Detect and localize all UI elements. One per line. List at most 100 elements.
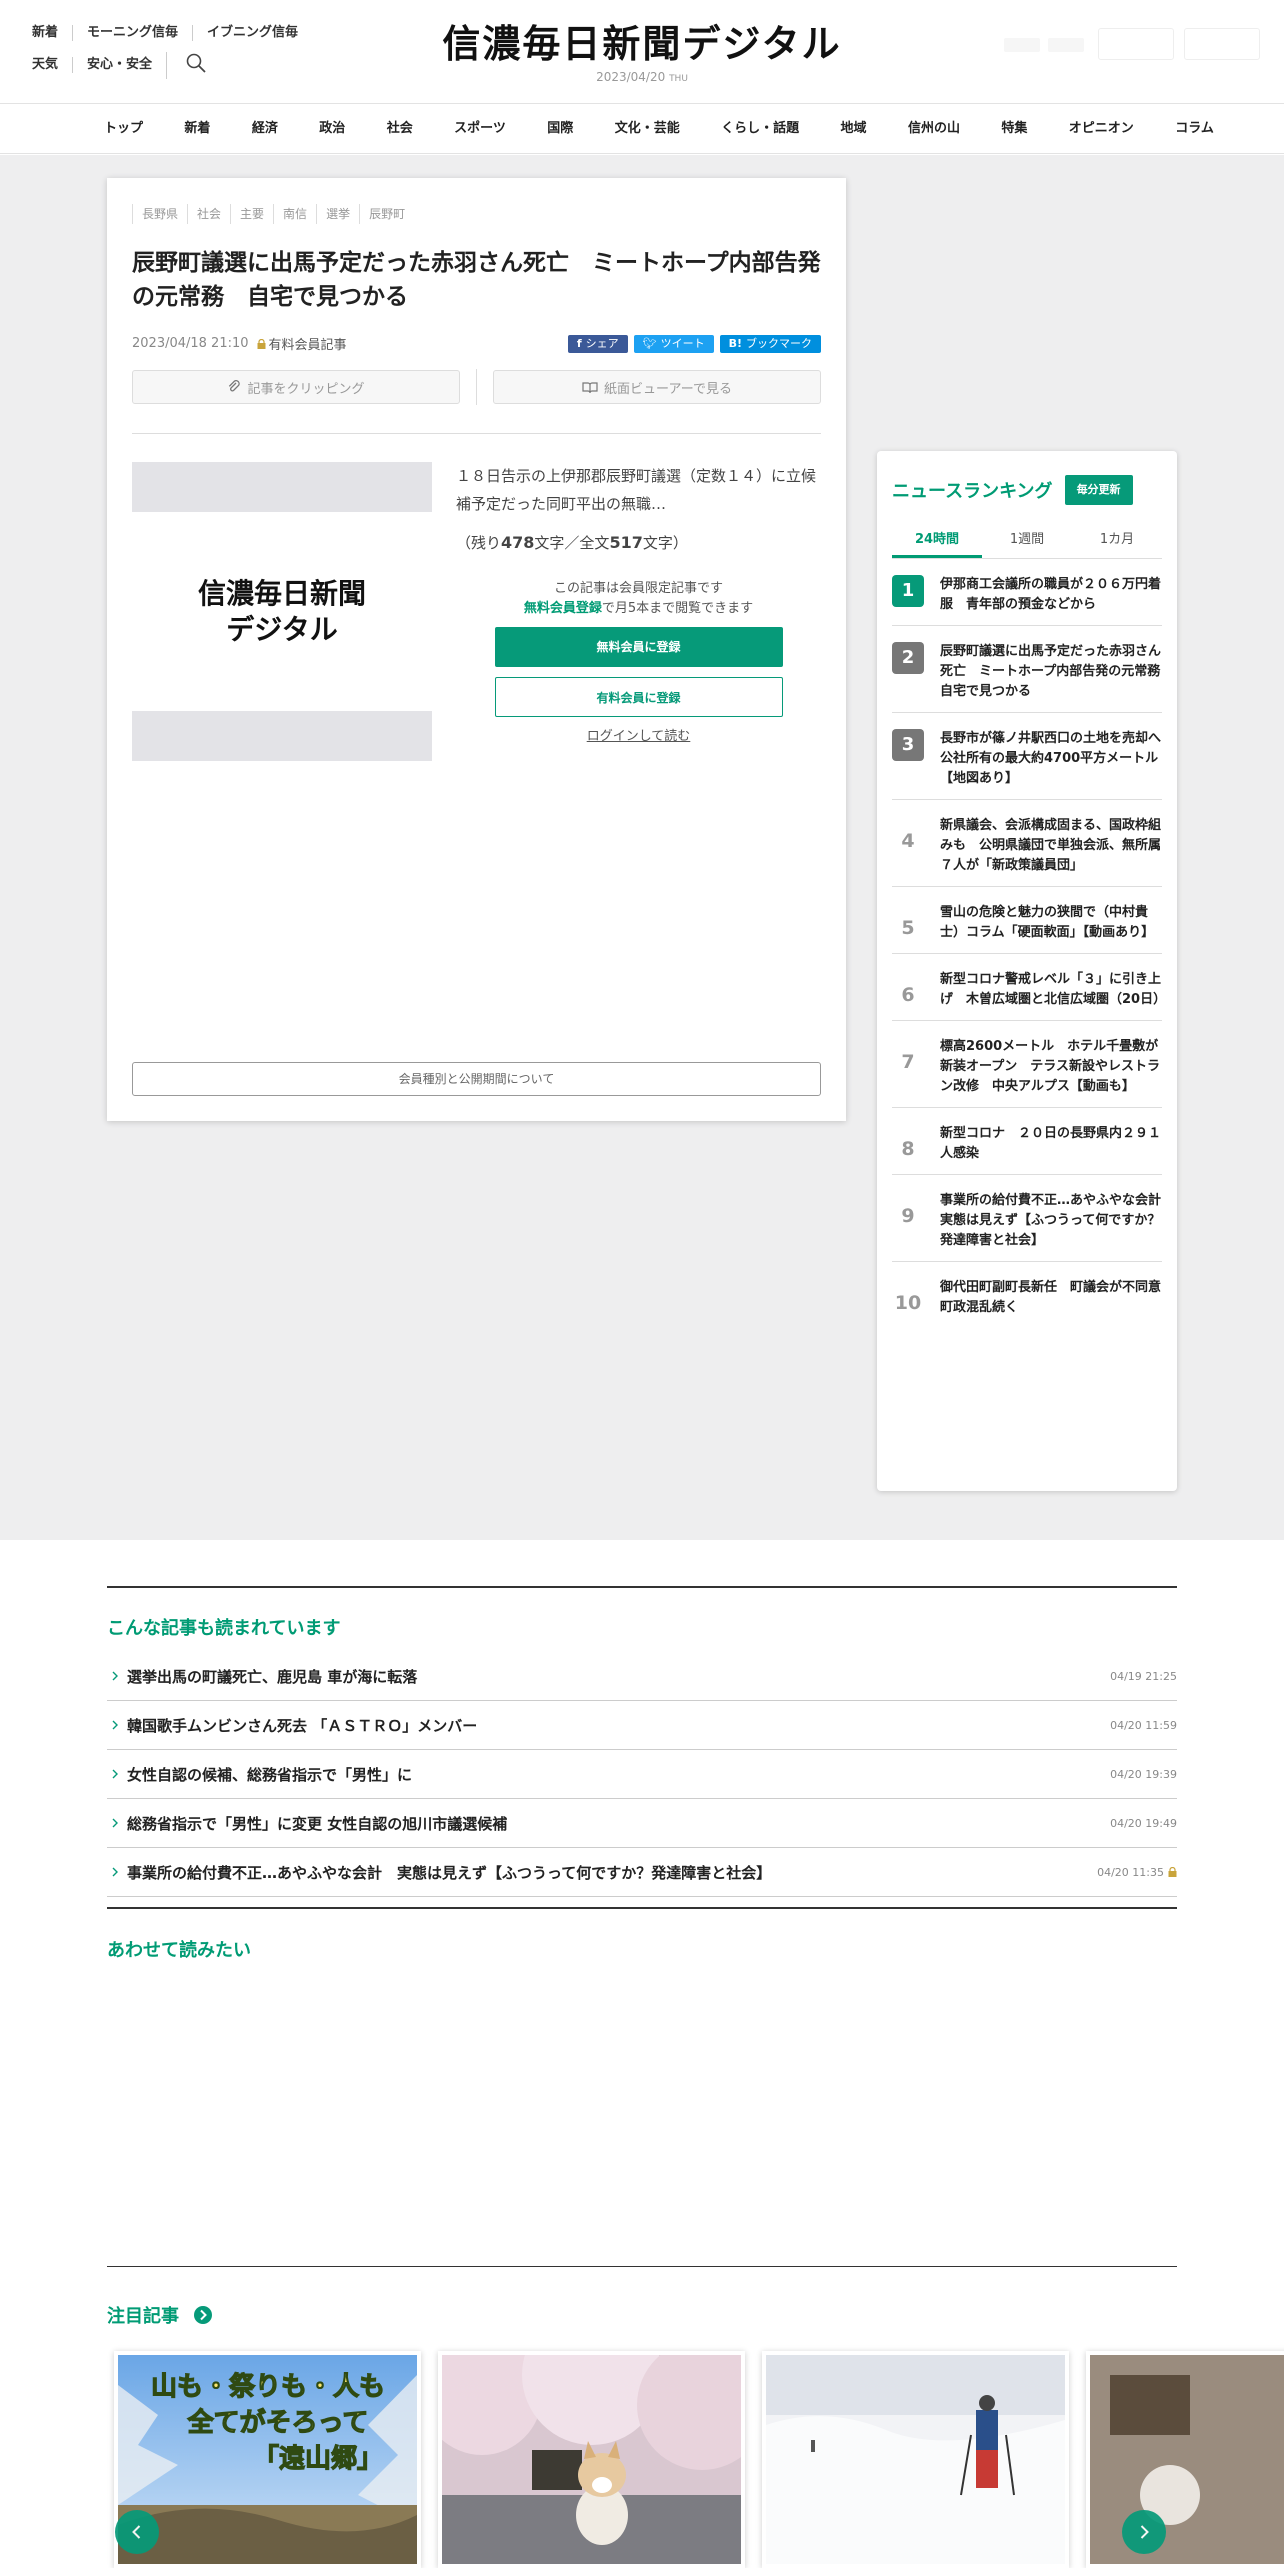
facebook-share-button[interactable]: f シェア [567,334,628,353]
nav-item[interactable]: 地域 [841,104,867,154]
carousel-next-button[interactable] [1122,2510,1166,2554]
nav-item[interactable]: スポーツ [454,104,506,154]
ranking-tab-24h[interactable]: 24時間 [892,525,982,558]
nav-item[interactable]: 国際 [547,104,573,154]
article-tags: 長野県 社会 主要 南信 選挙 辰野町 [132,204,821,224]
ranking-item[interactable]: 6 新型コロナ警戒レベル「３」に引き上げ 木曽広域圏と北信広域圏（20日） [892,954,1166,1021]
ranking-item-title: 新型コロナ ２０日の長野県内２９１人感染 [940,1126,1162,1161]
ranking-tab-month[interactable]: 1カ月 [1072,525,1162,558]
article-card: 長野県 社会 主要 南信 選挙 辰野町 辰野町議選に出馬予定だった赤羽さん死亡 ミートホー… [107,178,846,1121]
free-signup-link[interactable]: 無料会員登録 [524,601,602,616]
article-tag[interactable]: 南信 [273,204,316,224]
thumbnail-logo: 信濃毎日新聞 デジタル [197,576,366,646]
ranking-number: 5 [901,917,915,939]
twitter-share-button[interactable]: 🐦︎ ツイート [633,334,714,353]
list-item-date: 04/20 19:39 [1110,1767,1177,1781]
arrow-right-icon [194,2306,212,2324]
ranking-number: 7 [901,1051,915,1073]
paper-viewer-button[interactable]: 紙面ビューアーで見る [493,370,821,404]
ranking-item[interactable]: 8 新型コロナ ２０日の長野県内２９１人感染 [892,1108,1162,1175]
chevron-right-icon [112,1671,118,1681]
attention-card[interactable] [762,2351,1069,2568]
attention-card[interactable] [438,2351,745,2568]
ranking-number: 9 [901,1205,915,1227]
chevron-right-icon [112,1818,118,1828]
ranking-item[interactable]: 2 辰野町議選に出馬予定だった赤羽さん死亡 ミートホープ内部告発の元常務 自宅で見… [892,626,1173,713]
nav-item[interactable]: 経済 [252,104,278,154]
card-image-mountain-village: 山も・祭りも・人も 全てがそろって 「遠山郷」 [118,2355,417,2564]
hatena-bookmark-button[interactable]: B! ブックマーク [719,334,821,353]
list-item[interactable]: 女性自認の候補、総務省指示で「男性」に 04/20 19:39 [107,1750,1177,1799]
lock-icon [257,338,266,349]
section-divider [107,2266,1177,2267]
clip-article-button[interactable]: 記事をクリッピング [132,370,460,404]
nav-item[interactable]: くらし・話題 [721,104,799,154]
article-tag[interactable]: 社会 [187,204,230,224]
header-button-faint-2[interactable] [1184,28,1260,60]
ranking-item[interactable]: 3 長野市が篠ノ井駅西口の土地を売却へ 公社所有の最大約4700平方メートル【地図… [892,713,1174,800]
attention-card[interactable] [1086,2351,1284,2568]
membership-info-button[interactable]: 会員種別と公開期間について [132,1062,821,1096]
article-lead: １８日告示の上伊那郡辰野町議選（定数１４）に立候補予定だった同町平出の無職… [456,467,817,513]
nav-item[interactable]: オピニオン [1069,104,1134,154]
header-button-faint-1[interactable] [1098,28,1174,60]
attention-card[interactable]: 山も・祭りも・人も 全てがそろって 「遠山郷」 [114,2351,421,2568]
search-button[interactable] [166,51,221,79]
article-headline: 辰野町議選に出馬予定だった赤羽さん死亡 ミートホープ内部告発の元常務 自宅で見つ… [132,250,821,310]
nav-item[interactable]: 新着 [184,104,210,154]
ranking-item-title: 事業所の給付費不正…あやふやな会計 実態は見えず【ふつうって何ですか？発達障害と… [940,1193,1175,1248]
article-tag[interactable]: 辰野町 [359,204,414,224]
ranking-number: 4 [901,830,915,852]
article-tag[interactable]: 長野県 [132,204,187,224]
article-tag[interactable]: 選挙 [316,204,359,224]
paperclip-icon [229,380,241,392]
chevron-right-icon [112,1769,118,1779]
nav-item[interactable]: 文化・芸能 [615,104,680,154]
nav-item[interactable]: トップ [104,104,143,154]
list-item[interactable]: 韓国歌手ムンビンさん死去 「ＡＳＴＲＯ」メンバー 04/20 11:59 [107,1701,1177,1750]
ranking-item[interactable]: 4 新県議会、会派構成固まる、国政枠組みも 公明県議団で単独会派、無所属７人が「新… [892,800,1162,887]
login-link[interactable]: ログインして読む [456,727,821,747]
remaining-count: （残り478文字／全文517文字） [456,533,688,552]
nav-item[interactable]: 政治 [319,104,345,154]
paid-member-signup-button[interactable]: 有料会員に登録 [494,677,783,717]
carousel-prev-button[interactable] [115,2510,159,2554]
site-logo[interactable]: 信濃毎日新聞デジタル 2023/04/20 THU [440,20,844,84]
ranking-item[interactable]: 1 伊那商工会議所の職員が２０６万円着服 青年部の預金などから [892,559,1162,626]
nav-item[interactable]: 特集 [1001,104,1027,154]
ranking-item[interactable]: 7 標高2600メートル ホテル千畳敷が新装オープン テラス新設やレストラン改修 … [892,1021,1162,1108]
list-item[interactable]: 選挙出馬の町議死亡、鹿児島 車が海に転落 04/19 21:25 [107,1652,1177,1701]
article-tag[interactable]: 主要 [230,204,273,224]
ranking-item[interactable]: 5 雪山の危険と魅力の狭間で（中村貴士）コラム「硬面軟面」【動画あり】 [892,887,1162,954]
card-image-snow-skier [766,2355,1065,2564]
ranking-item-title: 伊那商工会議所の職員が２０６万円着服 青年部の預金などから [940,577,1162,612]
ranking-title: ニュースランキング [892,481,1053,502]
list-item[interactable]: 事業所の給付費不正…あやふやな会計 実態は見えず【ふつうって何ですか？発達障害と… [107,1848,1177,1897]
nav-item[interactable]: コラム [1175,104,1214,154]
free-member-signup-button[interactable]: 無料会員に登録 [494,627,783,667]
ranking-tab-week[interactable]: 1週間 [982,525,1072,558]
card-image-dog-cherry-blossom [442,2355,741,2564]
ranking-number: 1 [892,575,924,607]
header-faint-links [1004,38,1084,52]
chevron-right-icon [1140,2525,1149,2539]
thumbnail-placeholder-bottom [132,711,432,761]
util-link-new[interactable]: 新着 [32,25,72,41]
attention-title[interactable]: 注目記事 [107,2302,213,2328]
hatena-icon: B! [728,336,742,350]
ranking-item[interactable]: 10 御代田町副町長新任 町議会が不同意 町政混乱続く [892,1262,1174,1328]
list-item[interactable]: 総務省指示で「男性」に変更 女性自認の旭川市議選候補 04/20 19:49 [107,1799,1177,1848]
global-nav: トップ 新着 経済 政治 社会 スポーツ 国際 文化・芸能 くらし・話題 地域 信州の山 特集 オピニオ… [0,104,1284,154]
ranking-item[interactable]: 9 事業所の給付費不正…あやふやな会計 実態は見えず【ふつうって何ですか？発達障害… [892,1175,1175,1262]
nav-item[interactable]: 信州の山 [908,104,960,154]
util-link-evening[interactable]: イブニング信毎 [192,25,312,41]
util-link-weather[interactable]: 天気 [32,57,72,73]
search-icon [186,53,206,73]
util-link-morning[interactable]: モーニング信毎 [72,25,192,41]
nav-item[interactable]: 社会 [387,104,413,154]
list-item-title: 選挙出馬の町議死亡、鹿児島 車が海に転落 [127,1667,418,1686]
lock-icon [1168,1867,1177,1877]
list-item-title: 総務省指示で「男性」に変更 女性自認の旭川市議選候補 [127,1814,508,1833]
util-link-safety[interactable]: 安心・安全 [72,57,166,73]
header-account-buttons [1098,28,1260,60]
